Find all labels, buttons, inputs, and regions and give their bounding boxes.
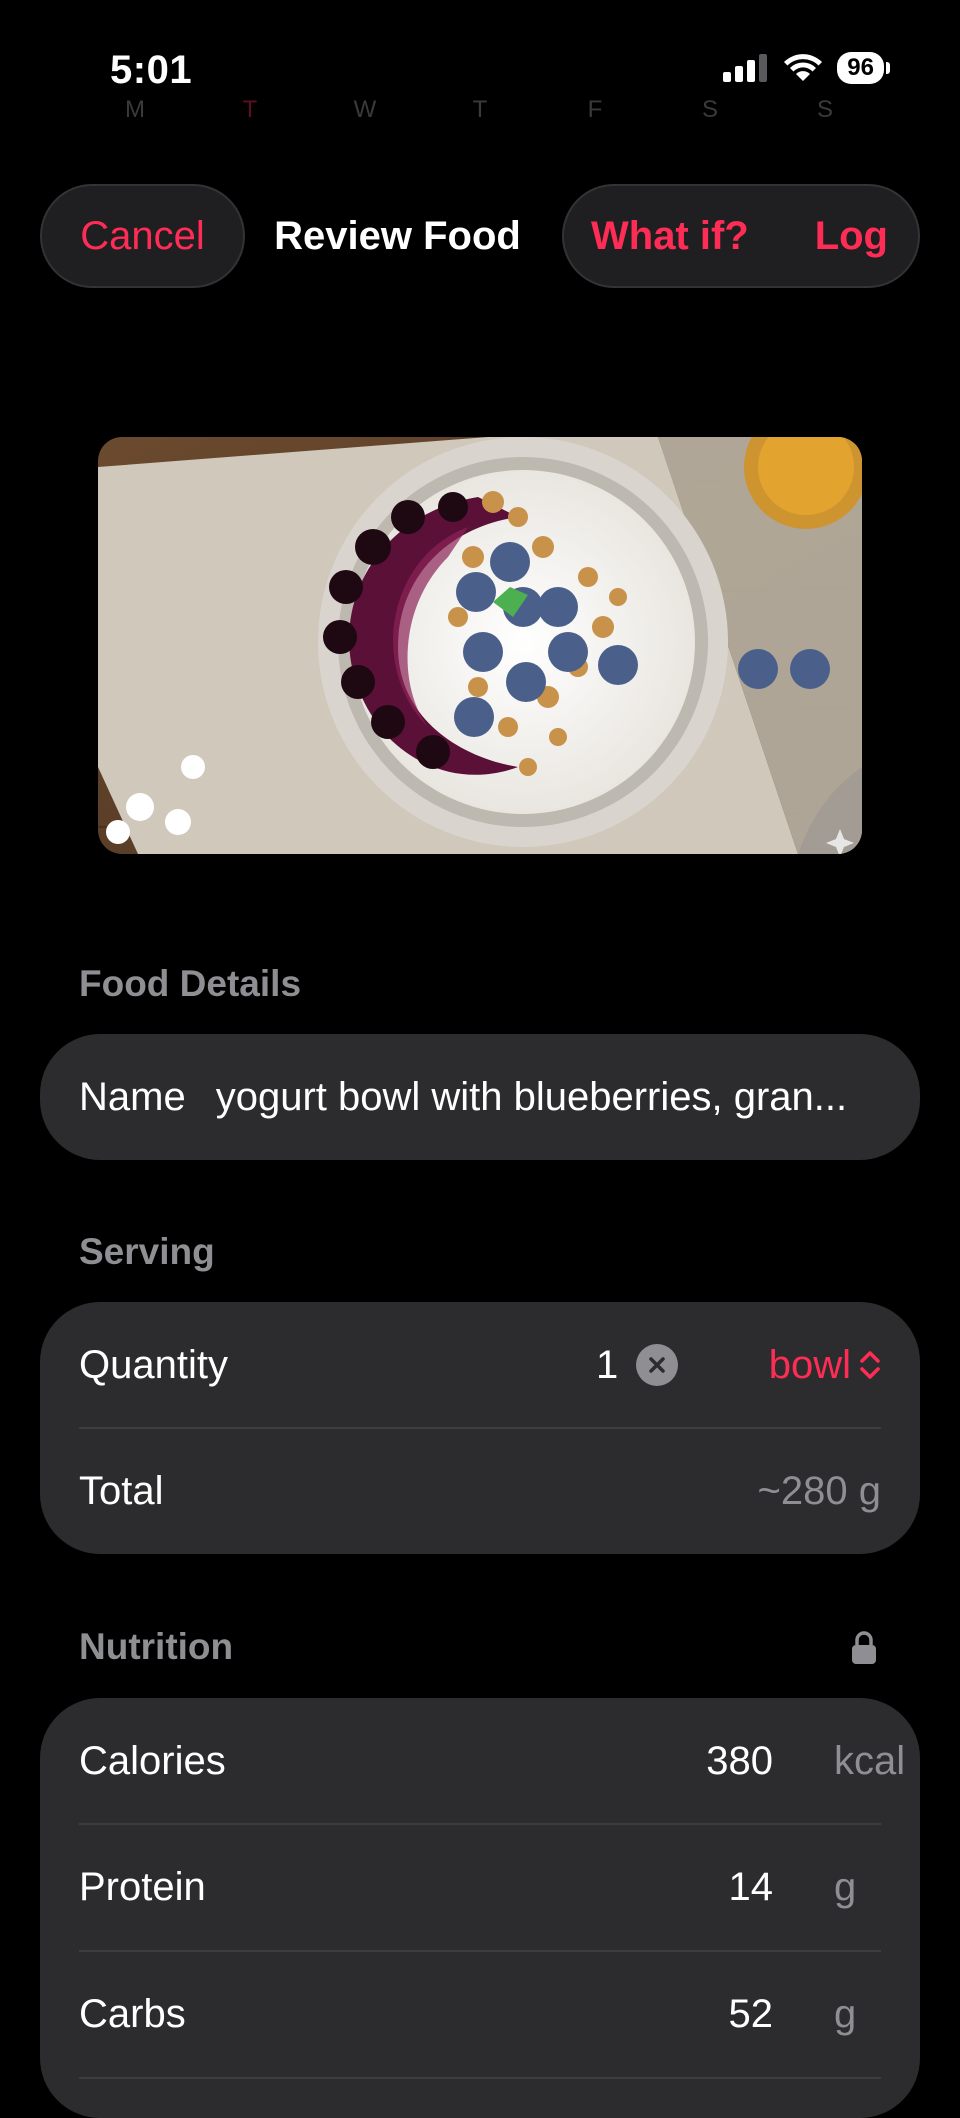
total-row: Total ~280 g [79, 1428, 881, 1554]
nutrition-row-protein[interactable]: Protein 14 g [79, 1824, 881, 1950]
nutrition-value[interactable]: 380 [706, 1739, 773, 1784]
week-strip: M T W T F S S [90, 96, 870, 124]
nutrition-card: Calories 380 kcal Protein 14 g Carbs 52 … [40, 1698, 920, 2118]
nutrition-value[interactable]: 52 [729, 1992, 774, 2037]
quantity-field[interactable]: 1 [596, 1343, 618, 1388]
close-icon [649, 1357, 665, 1373]
food-photo-illustration [98, 437, 862, 854]
unit-picker[interactable]: bowl [769, 1343, 881, 1388]
week-day-tue: T [242, 96, 258, 123]
cancel-button[interactable]: Cancel [80, 214, 205, 259]
food-details-heading: Food Details [79, 963, 302, 1004]
serving-card: Quantity 1 bowl Total ~280 g [40, 1302, 920, 1554]
log-button[interactable]: Log [815, 214, 888, 259]
nutrition-row-carbs[interactable]: Carbs 52 g [79, 1951, 881, 2077]
week-day-thu: T [472, 96, 488, 123]
unit-value: bowl [768, 1342, 851, 1387]
name-label: Name [79, 1074, 186, 1119]
quantity-row: Quantity 1 bowl [79, 1302, 881, 1428]
nutrition-heading: Nutrition [79, 1626, 234, 1667]
week-day-sun: S [816, 96, 833, 123]
week-day-sat: S [701, 96, 718, 123]
nutrition-label: Carbs [79, 1991, 186, 2036]
quantity-label: Quantity [79, 1342, 228, 1387]
week-day-wed: W [353, 96, 377, 123]
name-row[interactable]: Name yogurt bowl with blueberries, gran.… [79, 1034, 881, 1160]
lock-glyph [852, 1631, 876, 1664]
total-label: Total [79, 1468, 164, 1513]
nutrition-row-calories[interactable]: Calories 380 kcal [79, 1698, 905, 1824]
cellular-signal-icon [723, 54, 768, 82]
battery-indicator: 96 [837, 52, 884, 84]
total-value: ~280 g [757, 1468, 881, 1513]
divider [79, 2077, 881, 2079]
nutrition-value[interactable]: 14 [729, 1865, 774, 1910]
nutrition-label: Protein [79, 1864, 206, 1909]
week-day-mon: M [125, 96, 145, 123]
serving-heading: Serving [79, 1231, 215, 1272]
week-day-fri: F [587, 96, 603, 123]
wifi-icon [784, 54, 823, 81]
status-time: 5:01 [110, 48, 193, 92]
nutrition-unit: kcal [834, 1738, 906, 1783]
name-field[interactable]: yogurt bowl with blueberries, gran... [216, 1075, 881, 1120]
nutrition-unit: g [834, 1864, 857, 1909]
status-bar: 5:01 96 [0, 0, 960, 100]
actions-pill: What if? Log [562, 184, 920, 288]
food-photo[interactable] [98, 437, 862, 854]
food-details-card: Name yogurt bowl with blueberries, gran.… [40, 1034, 920, 1160]
lock-icon[interactable] [851, 1631, 877, 1670]
chevron-up-down-icon [860, 1351, 880, 1379]
cancel-pill: Cancel [40, 184, 245, 288]
what-if-button[interactable]: What if? [591, 214, 749, 259]
battery-tip [886, 62, 890, 74]
nutrition-label: Calories [79, 1738, 226, 1783]
page-title: Review Food [274, 213, 521, 258]
clear-quantity-button[interactable] [636, 1344, 678, 1386]
nutrition-unit: g [834, 1991, 857, 2036]
status-icons: 96 [723, 52, 890, 84]
